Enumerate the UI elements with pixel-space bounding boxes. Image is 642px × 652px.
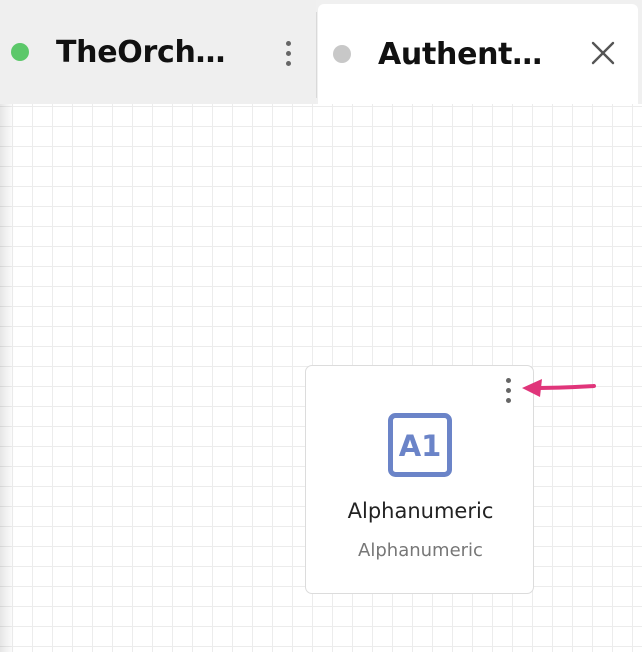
tab-bar: TheOrchestrator Authentication — [0, 0, 642, 104]
tab-title: Authentication — [378, 36, 548, 72]
arrow-left-icon — [520, 372, 600, 402]
node-card-alphanumeric[interactable]: A1 Alphanumeric Alphanumeric — [305, 365, 534, 594]
workflow-canvas[interactable]: TheOrchestrator Authentication A1 — [0, 0, 642, 652]
status-dot-icon — [333, 45, 351, 63]
node-subtitle: Alphanumeric — [358, 540, 483, 561]
kebab-menu-icon[interactable] — [280, 38, 296, 68]
tab-theorchestrator[interactable]: TheOrchestrator — [0, 0, 316, 104]
canvas-edge-shadow — [0, 104, 14, 652]
kebab-menu-icon[interactable] — [501, 375, 515, 405]
tab-authentication[interactable]: Authentication — [318, 4, 638, 104]
tab-title: TheOrchestrator — [56, 34, 241, 70]
icon-label: A1 — [399, 429, 442, 463]
close-icon[interactable] — [588, 38, 618, 68]
status-dot-icon — [11, 43, 29, 61]
tab-divider — [316, 12, 317, 98]
node-title: Alphanumeric — [347, 499, 494, 523]
alphanumeric-icon: A1 — [388, 413, 452, 477]
